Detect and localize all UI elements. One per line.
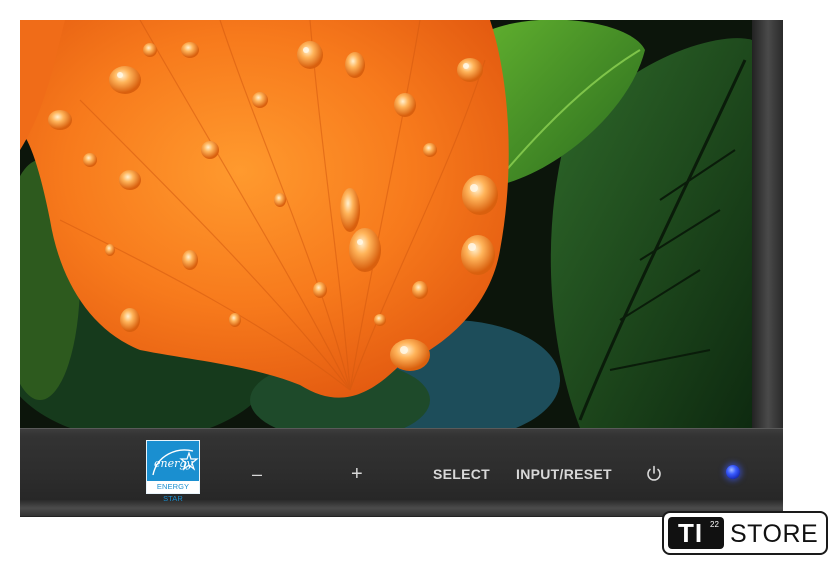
power-icon — [647, 465, 661, 481]
store-logo-text: TI — [678, 518, 704, 548]
store-name: STORE — [730, 520, 819, 548]
energy-star-icon: energy — [152, 449, 199, 476]
plus-button[interactable]: + — [351, 463, 363, 485]
minus-button[interactable]: – — [252, 463, 262, 485]
power-status-led — [726, 465, 740, 479]
select-button[interactable]: SELECT — [433, 463, 490, 485]
input-reset-button[interactable]: INPUT/RESET — [516, 463, 612, 485]
wallpaper-image — [20, 20, 752, 428]
store-logo: TI 22 — [668, 517, 724, 549]
product-photo: energy ENERGY STAR – + SELECT INPUT/RESE… — [0, 0, 840, 569]
monitor-screen — [20, 20, 752, 428]
store-logo-superscript: 22 — [710, 520, 719, 529]
store-watermark: TI 22 STORE — [662, 511, 828, 555]
energy-star-label: ENERGY STAR — [147, 481, 199, 503]
energy-star-logo: energy ENERGY STAR — [146, 440, 200, 503]
monitor-side-edge — [750, 20, 783, 430]
power-button[interactable] — [644, 464, 664, 484]
